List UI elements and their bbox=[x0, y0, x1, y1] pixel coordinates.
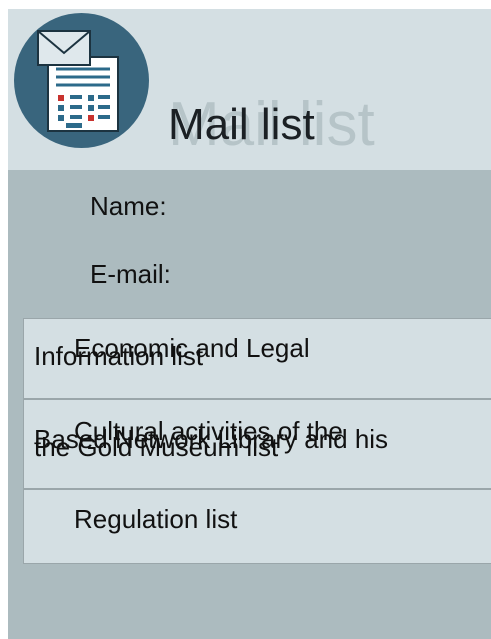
email-label: E-mail: bbox=[90, 259, 171, 289]
list-item-cultural[interactable]: Cultural activities of the Based Network… bbox=[24, 400, 491, 490]
page-title: Mail list bbox=[168, 100, 315, 149]
envelope-form-icon bbox=[37, 30, 119, 132]
list-item-text: the Gold Museum list bbox=[34, 432, 279, 462]
header: Mail list Mail list bbox=[8, 9, 491, 170]
list-item-text: Economic and Legal bbox=[74, 333, 310, 363]
list-item-information[interactable]: Information list Economic and Legal bbox=[24, 319, 491, 400]
name-label: Name: bbox=[90, 191, 167, 221]
list-item-regulation[interactable]: Regulation list bbox=[24, 490, 491, 565]
list-item-text: Regulation list bbox=[74, 504, 238, 534]
mail-list-window: Mail list Mail list Name: E-mail: Inform… bbox=[8, 9, 491, 639]
mail-list-listbox[interactable]: Information list Economic and Legal Cult… bbox=[23, 318, 491, 564]
